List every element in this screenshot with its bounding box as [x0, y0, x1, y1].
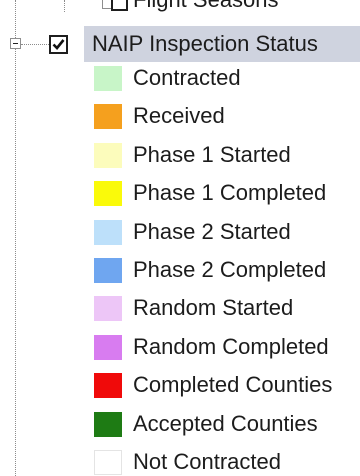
legend-swatch	[94, 142, 122, 168]
layer-tree-panel: Flight Seasons NAIP Inspection Status Co…	[0, 0, 360, 476]
legend-swatch	[94, 411, 122, 437]
legend-item: Not Contracted	[94, 446, 360, 476]
legend-label: Completed Counties	[133, 372, 333, 398]
legend-item: Phase 1 Completed	[94, 177, 360, 207]
legend-label: Phase 2 Completed	[133, 257, 327, 282]
legend-item: Random Started	[94, 292, 360, 322]
legend-swatch	[94, 181, 122, 207]
legend-item: Completed Counties	[94, 369, 360, 399]
layer-visibility-checkbox[interactable]	[111, 0, 128, 11]
legend-label: Phase 2 Started	[133, 218, 291, 244]
legend-swatch	[94, 258, 122, 283]
legend-label: Received	[133, 103, 225, 129]
layer-label: Flight Seasons	[133, 0, 279, 12]
legend-item: Phase 2 Started	[94, 216, 360, 246]
legend-swatch	[94, 334, 122, 360]
legend-label: Not Contracted	[133, 449, 281, 474]
legend-item: Phase 1 Started	[94, 139, 360, 169]
legend-swatch	[94, 296, 122, 322]
legend-label: Random Started	[133, 295, 294, 321]
legend-swatch	[94, 66, 122, 91]
layer-row-flight-seasons[interactable]: Flight Seasons	[0, 0, 360, 12]
checkmark-icon	[52, 39, 65, 50]
legend-label: Accepted Counties	[133, 410, 318, 436]
legend-swatch	[94, 219, 122, 245]
layer-label: NAIP Inspection Status	[92, 31, 318, 56]
legend-swatch	[94, 450, 122, 475]
legend-label: Phase 1 Started	[133, 141, 291, 167]
legend-item: Random Completed	[94, 331, 360, 361]
layer-visibility-checkbox[interactable]	[49, 35, 68, 54]
tree-branch-line	[21, 44, 49, 45]
legend-item: Accepted Counties	[94, 408, 360, 438]
legend-label: Random Completed	[133, 333, 329, 359]
legend-item: Contracted	[94, 62, 360, 92]
legend-item: Phase 2 Completed	[94, 254, 360, 284]
tree-guide-line-root	[15, 0, 16, 476]
layer-row-naip-inspection-status[interactable]: NAIP Inspection Status	[84, 26, 360, 62]
legend-swatch	[94, 104, 122, 130]
legend-item: Received	[94, 100, 360, 130]
legend-label: Contracted	[133, 65, 241, 90]
legend-label: Phase 1 Completed	[133, 180, 327, 206]
legend-swatch	[94, 373, 122, 399]
collapse-toggle-icon[interactable]	[10, 38, 21, 49]
